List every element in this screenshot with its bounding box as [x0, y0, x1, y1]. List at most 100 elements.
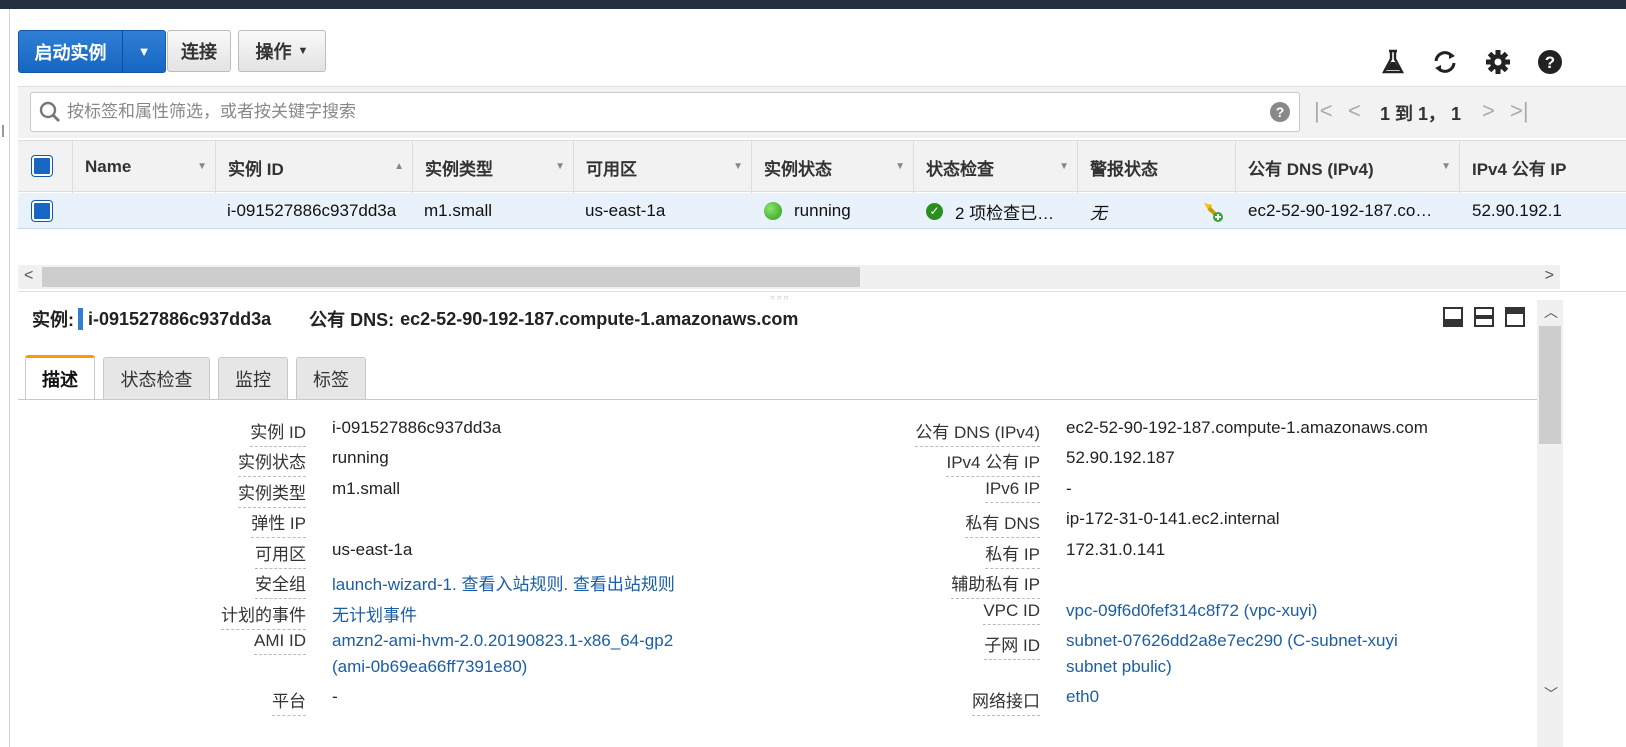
scroll-up-icon[interactable]: ︿ — [1544, 302, 1558, 322]
cell-alarm-status: 无 — [1090, 203, 1107, 223]
select-all-checkbox[interactable] — [32, 156, 52, 176]
gear-icon[interactable] — [1483, 47, 1513, 77]
cell-instance-id: i-091527886c937dd3a — [227, 201, 397, 220]
pane-splitter[interactable] — [18, 291, 1626, 292]
network-interface-link[interactable]: eth0 — [1066, 687, 1099, 707]
create-alarm-icon[interactable] — [1200, 193, 1224, 229]
column-header-status-checks[interactable]: 状态检查 ▼ — [913, 141, 1077, 193]
actions-label: 操作 — [255, 42, 292, 62]
layout-middle-icon[interactable] — [1474, 307, 1494, 327]
connect-button[interactable]: 连接 — [167, 30, 231, 72]
scroll-left-icon[interactable]: < — [24, 267, 33, 285]
tab-divider — [18, 399, 1537, 400]
field-label: 实例类型 — [238, 479, 306, 508]
cell-public-ip: 52.90.192.1 — [1472, 201, 1562, 220]
column-header-instance-id[interactable]: 实例 ID ▲ — [215, 141, 412, 193]
search-icon — [39, 101, 61, 128]
running-status-icon — [764, 202, 782, 220]
pagination-text: 1 到 1， 1 — [1380, 104, 1462, 124]
field-value-platform: - — [332, 687, 338, 706]
field-value-public-dns: ec2-52-90-192-187.compute-1.amazonaws.co… — [1066, 418, 1428, 437]
help-icon[interactable]: ? — [1269, 101, 1291, 128]
tab-description[interactable]: 描述 — [25, 355, 95, 399]
search-box[interactable]: ? — [30, 92, 1300, 132]
field-value-private-dns: ip-172-31-0-141.ec2.internal — [1066, 509, 1280, 528]
first-page-icon[interactable]: |< — [1314, 98, 1333, 124]
field-label: AMI ID — [254, 631, 306, 655]
column-header-availability-zone[interactable]: 可用区 ▼ — [573, 141, 751, 193]
detail-title: 实例: i-091527886c937dd3a 公有 DNS: ec2-52-9… — [32, 308, 799, 330]
field-label: 可用区 — [255, 540, 306, 569]
table-header: Name ▼ 实例 ID ▲ 实例类型 ▼ 可用区 ▼ 实例状态 ▼ 状态检查 ▼ 警报状态… — [18, 140, 1626, 193]
svg-text:?: ? — [1276, 104, 1285, 120]
scrollbar-thumb[interactable] — [1539, 326, 1561, 444]
cell-status-checks: ✓ 2 项检查已… — [926, 193, 1076, 229]
scrollbar-thumb[interactable] — [42, 267, 860, 287]
vertical-scrollbar[interactable]: ︿ ﹀ — [1537, 300, 1563, 747]
chevron-down-icon[interactable]: ▼ — [123, 31, 165, 72]
search-input[interactable] — [67, 93, 1247, 131]
field-label: 平台 — [272, 687, 306, 716]
scroll-right-icon[interactable]: > — [1545, 267, 1554, 285]
cell-instance-type: m1.small — [424, 201, 493, 220]
next-page-icon[interactable]: > — [1482, 98, 1495, 124]
column-header-alarm-status[interactable]: 警报状态 — [1077, 141, 1235, 193]
field-label: 计划的事件 — [221, 601, 306, 630]
actions-button[interactable]: 操作 ▼ — [238, 30, 326, 72]
subnet-id-link-secondary[interactable]: subnet pbulic) — [1066, 657, 1172, 677]
field-value-public-ip: 52.90.192.187 — [1066, 448, 1175, 467]
scroll-down-icon[interactable]: ﹀ — [1544, 684, 1558, 704]
drag-handle-icon[interactable]: ○○○ — [770, 293, 791, 302]
field-label: VPC ID — [983, 601, 1040, 625]
field-label: 辅助私有 IP — [951, 570, 1040, 599]
field-value-availability-zone: us-east-1a — [332, 540, 413, 559]
cell-public-dns: ec2-52-90-192-187.co… — [1248, 201, 1433, 220]
subnet-id-link[interactable]: subnet-07626dd2a8e7ec290 (C-subnet-xuyi — [1066, 631, 1398, 651]
tab-monitoring[interactable]: 监控 — [218, 357, 288, 399]
help-icon[interactable]: ? — [1535, 47, 1565, 77]
vpc-id-link[interactable]: vpc-09f6d0fef314c8f72 (vpc-xuyi) — [1066, 601, 1317, 621]
column-header-public-dns[interactable]: 公有 DNS (IPv4) ▼ — [1235, 141, 1459, 193]
field-label: 弹性 IP — [251, 509, 306, 538]
column-header-name[interactable]: Name ▼ — [72, 141, 215, 193]
launch-instance-button-group[interactable]: 启动实例 ▼ — [18, 30, 166, 73]
left-panel-edge — [0, 9, 10, 747]
layout-bottom-icon[interactable] — [1443, 307, 1463, 327]
refresh-icon[interactable] — [1430, 47, 1460, 77]
cell-instance-state: running — [764, 193, 914, 229]
field-value-instance-id: i-091527886c937dd3a — [332, 418, 502, 437]
row-checkbox[interactable] — [32, 201, 52, 221]
column-header-instance-state[interactable]: 实例状态 ▼ — [751, 141, 913, 193]
launch-instance-button[interactable]: 启动实例 — [19, 31, 123, 72]
field-label: 网络接口 — [972, 687, 1040, 716]
field-value-instance-state: running — [332, 448, 389, 467]
tab-tags[interactable]: 标签 — [296, 357, 366, 399]
field-label: 私有 IP — [985, 540, 1040, 569]
check-icon: ✓ — [926, 202, 943, 220]
field-label: IPv6 IP — [985, 479, 1040, 503]
ami-id-link[interactable]: amzn2-ami-hvm-2.0.20190823.1-x86_64-gp2 — [332, 631, 673, 651]
field-value-instance-type: m1.small — [332, 479, 401, 498]
flask-icon[interactable] — [1378, 47, 1408, 77]
horizontal-scrollbar[interactable]: < > — [18, 265, 1560, 289]
tab-status-checks[interactable]: 状态检查 — [103, 357, 210, 399]
detail-public-dns: ec2-52-90-192-187.compute-1.amazonaws.co… — [400, 308, 799, 329]
table-row[interactable]: i-091527886c937dd3a m1.small us-east-1a … — [18, 193, 1626, 229]
ami-id-link-secondary[interactable]: (ami-0b69ea66ff7391e80) — [332, 657, 527, 677]
field-label: 子网 ID — [984, 631, 1040, 660]
field-label: 实例状态 — [238, 448, 306, 477]
field-value-private-ip: 172.31.0.141 — [1066, 540, 1166, 559]
field-label: IPv4 公有 IP — [946, 448, 1040, 477]
layout-top-icon[interactable] — [1505, 307, 1525, 327]
scheduled-events-link[interactable]: 无计划事件 — [332, 601, 417, 626]
security-group-link[interactable]: launch-wizard-1. 查看入站规则. 查看出站规则 — [332, 570, 675, 595]
column-header-public-ip[interactable]: IPv4 公有 IP — [1459, 141, 1626, 193]
field-label: 私有 DNS — [965, 509, 1040, 538]
column-header-instance-type[interactable]: 实例类型 ▼ — [412, 141, 573, 193]
previous-page-icon[interactable]: < — [1348, 98, 1361, 124]
cell-availability-zone: us-east-1a — [585, 201, 666, 220]
field-label: 安全组 — [255, 570, 306, 599]
svg-text:?: ? — [1545, 53, 1555, 72]
last-page-icon[interactable]: >| — [1510, 98, 1529, 124]
chevron-down-icon: ▼ — [297, 45, 309, 57]
